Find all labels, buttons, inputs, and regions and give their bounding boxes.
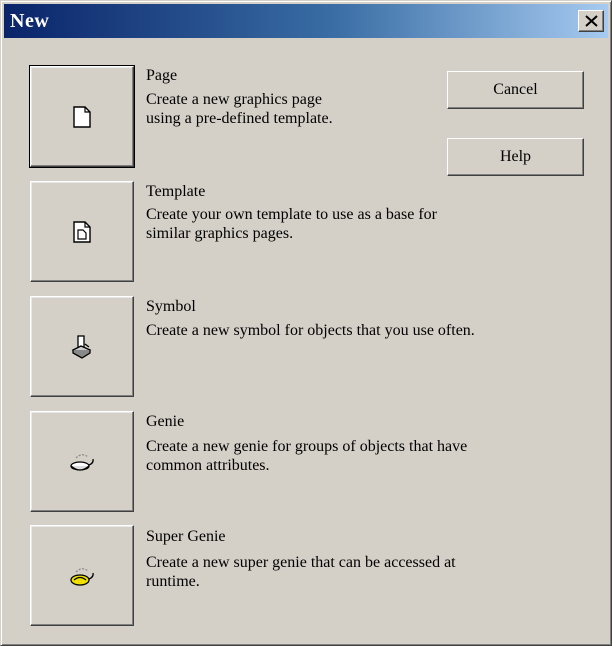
super-genie-title: Super Genie: [146, 528, 226, 545]
help-button[interactable]: Help: [447, 138, 584, 176]
dialog-title: New: [10, 10, 50, 32]
genie-title: Genie: [146, 413, 185, 430]
template-icon: [73, 220, 91, 243]
template-button[interactable]: [30, 181, 134, 282]
template-description: Create your own template to use as a bas…: [146, 206, 438, 242]
symbol-title: Symbol: [146, 298, 196, 315]
new-dialog: New Page Create a new graphics page usin…: [0, 0, 612, 646]
page-description: Create a new graphics page using a pre-d…: [146, 91, 333, 127]
symbol-description: Create a new symbol for objects that you…: [146, 322, 475, 339]
title-bar: New: [4, 4, 608, 38]
symbol-icon: [71, 334, 92, 359]
super-genie-icon: [70, 567, 94, 586]
page-button[interactable]: [29, 65, 135, 168]
close-icon: [585, 15, 598, 27]
template-title: Template: [146, 183, 206, 200]
page-icon: [73, 105, 91, 128]
super-genie-description: Create a new super genie that can be acc…: [146, 554, 456, 590]
genie-icon: [70, 453, 94, 471]
page-title: Page: [146, 67, 178, 84]
symbol-button[interactable]: [30, 296, 134, 397]
genie-button[interactable]: [30, 411, 134, 512]
super-genie-button[interactable]: [30, 525, 134, 626]
close-button[interactable]: [578, 10, 604, 32]
cancel-button[interactable]: Cancel: [447, 71, 584, 109]
genie-description: Create a new genie for groups of objects…: [146, 438, 468, 474]
